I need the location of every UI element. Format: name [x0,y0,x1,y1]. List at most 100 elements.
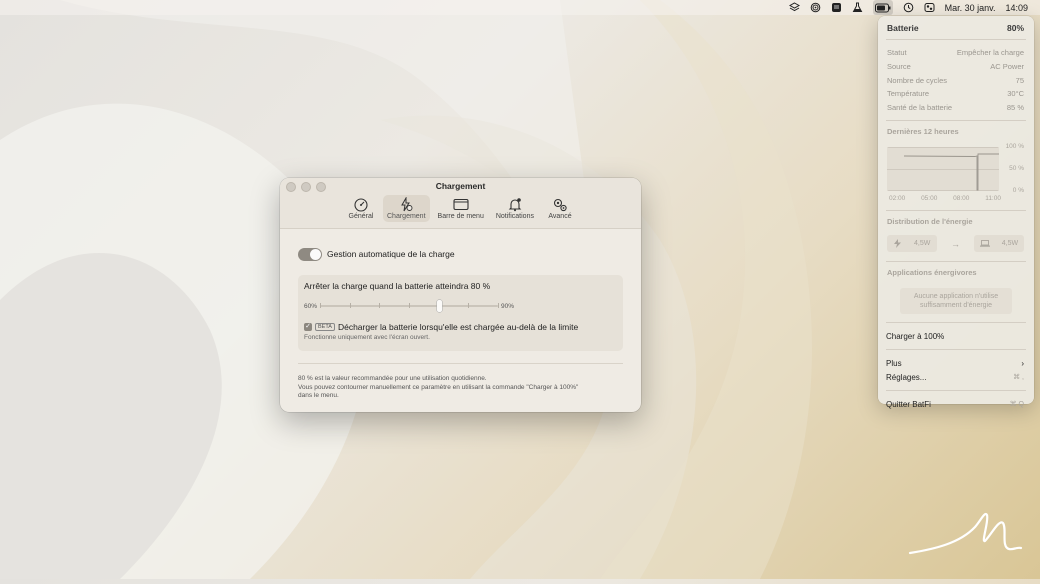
tab-charging-label: Chargement [387,213,426,220]
tab-advanced[interactable]: Avancé [542,195,578,222]
quit-shortcut: ⌘ Q [1009,401,1024,409]
menubar-icon [453,198,469,211]
batfi-menu-icon[interactable] [872,0,893,15]
separator [886,390,1026,392]
window-title: Chargement [435,181,486,191]
slider-tick [350,303,352,308]
bolt-icon [893,239,901,249]
beta-badge: BETA [315,323,335,331]
discharge-note: Fonctionne uniquement avec l'écran ouver… [304,334,430,341]
graph-area [887,147,999,192]
time-machine-menu-icon[interactable] [903,0,914,15]
footer-line: dans le menu. [298,392,339,399]
tab-menubar[interactable]: Barre de menu [434,195,488,222]
stat-row: Source AC Power [878,60,1034,74]
slider-tick [498,303,500,308]
stat-row: Santé de la batterie 85 % [878,101,1034,115]
y-label: 100 % [1005,143,1024,151]
menu-bar: Mar. 30 janv. 14:09 [0,0,1040,15]
settings-item[interactable]: Réglages... ⌘ , [878,370,1034,384]
stat-value: Empêcher la charge [956,48,1024,58]
arrow-right-icon: → [951,238,960,249]
signature-watermark [908,512,1023,555]
window-toolbar: Chargement Général Chargement Barre de m… [280,178,641,229]
y-label: 50 % [1009,165,1024,173]
chevron-right-icon: › [1021,358,1024,368]
stat-label: Statut [887,48,907,58]
menubar-time[interactable]: 14:09 [1005,0,1028,15]
stat-label: Santé de la batterie [887,103,953,113]
battery-history-graph: 100 % 50 % 0 % 02:00 05:00 08:00 11:00 [887,143,1024,202]
stat-label: Température [887,89,930,99]
separator [886,39,1026,40]
footer-line: Vous pouvez contourner manuellement ce p… [298,383,579,391]
x-labels: 02:00 05:00 08:00 11:00 [889,195,1001,202]
divider [298,363,623,364]
charge-limit-title: Arrêter la charge quand la batterie atte… [304,281,491,291]
settings-tabs: Général Chargement Barre de menu Notific… [280,195,641,222]
settings-shortcut: ⌘ , [1013,374,1024,382]
battery-title: Batterie [887,23,919,33]
laptop-icon [979,240,990,248]
stat-label: Nombre de cycles [887,75,948,85]
tab-notifications[interactable]: Notifications [492,195,538,222]
tab-general-label: Général [348,213,374,220]
charging-icon [401,197,413,212]
energy-distribution: 4,5W → 4,5W [887,235,1024,253]
more-item[interactable]: Plus › [878,356,1034,370]
discharge-checkbox[interactable]: ✓ [304,323,312,331]
menubar-date[interactable]: Mar. 30 janv. [945,0,996,15]
separator [886,349,1026,351]
x-label: 11:00 [985,195,1001,203]
slider-max-label: 90% [501,302,515,310]
stat-label: Source [887,62,911,72]
gauge-icon [354,198,368,212]
settings-window: Chargement Général Chargement Barre de m… [280,178,641,412]
separator [886,322,1026,324]
stat-row: Nombre de cycles 75 [878,73,1034,87]
stat-value: 85 % [1006,103,1024,113]
slider-tick [320,303,322,308]
slider-min-label: 60% [304,302,318,310]
x-label: 05:00 [921,195,938,203]
stat-value: AC Power [990,62,1024,72]
separator [886,120,1026,122]
layers-menu-icon[interactable] [788,0,800,15]
y-label: 0 % [1012,187,1024,195]
tab-general[interactable]: Général [343,195,379,222]
charge-full-item[interactable]: Charger à 100% [878,329,1034,343]
tab-advanced-label: Avancé [548,213,572,220]
auto-charge-toggle[interactable] [298,247,322,261]
discharge-label: Décharger la batterie lorsqu'elle est ch… [337,322,579,332]
flask-menu-icon[interactable] [852,0,863,15]
history-title: Dernières 12 heures [887,127,959,137]
energy-consumer: 4,5W [974,235,1024,253]
focus-menu-icon[interactable] [810,0,821,15]
history-line [903,153,999,191]
tab-menubar-label: Barre de menu [437,213,484,220]
notes-menu-icon[interactable] [831,0,842,15]
x-label: 08:00 [953,195,970,203]
quit-label: Quitter BatFi [886,399,931,409]
energy-source: 4,5W [887,235,937,253]
bell-icon [508,198,522,212]
auto-charge-label: Gestion automatique de la charge [327,249,455,259]
battery-menu: Batterie 80% Statut Empêcher la charge So… [878,16,1034,409]
x-label: 02:00 [889,195,906,203]
control-center-icon[interactable] [924,0,935,15]
gears-icon [553,198,567,212]
slider-thumb[interactable] [437,300,443,312]
battery-percent: 80% [1006,23,1024,33]
tab-charging[interactable]: Chargement [383,195,430,222]
footer-note: 80 % est la valeur recommandée pour une … [298,375,623,401]
stat-row: Statut Empêcher la charge [878,46,1034,60]
battery-stats: Statut Empêcher la charge Source AC Power … [878,46,1034,114]
energy-out-value: 4,5W [1001,240,1019,248]
charge-full-label: Charger à 100% [886,331,945,341]
apps-title: Applications énergivores [887,268,977,278]
apps-empty-message: Aucune application n'utilise suffisammen… [900,288,1012,315]
charge-limit-slider[interactable] [320,300,500,312]
stat-value: 30°C [1007,89,1024,99]
quit-item[interactable]: Quitter BatFi ⌘ Q [878,397,1034,411]
tab-notifications-label: Notifications [495,213,534,220]
